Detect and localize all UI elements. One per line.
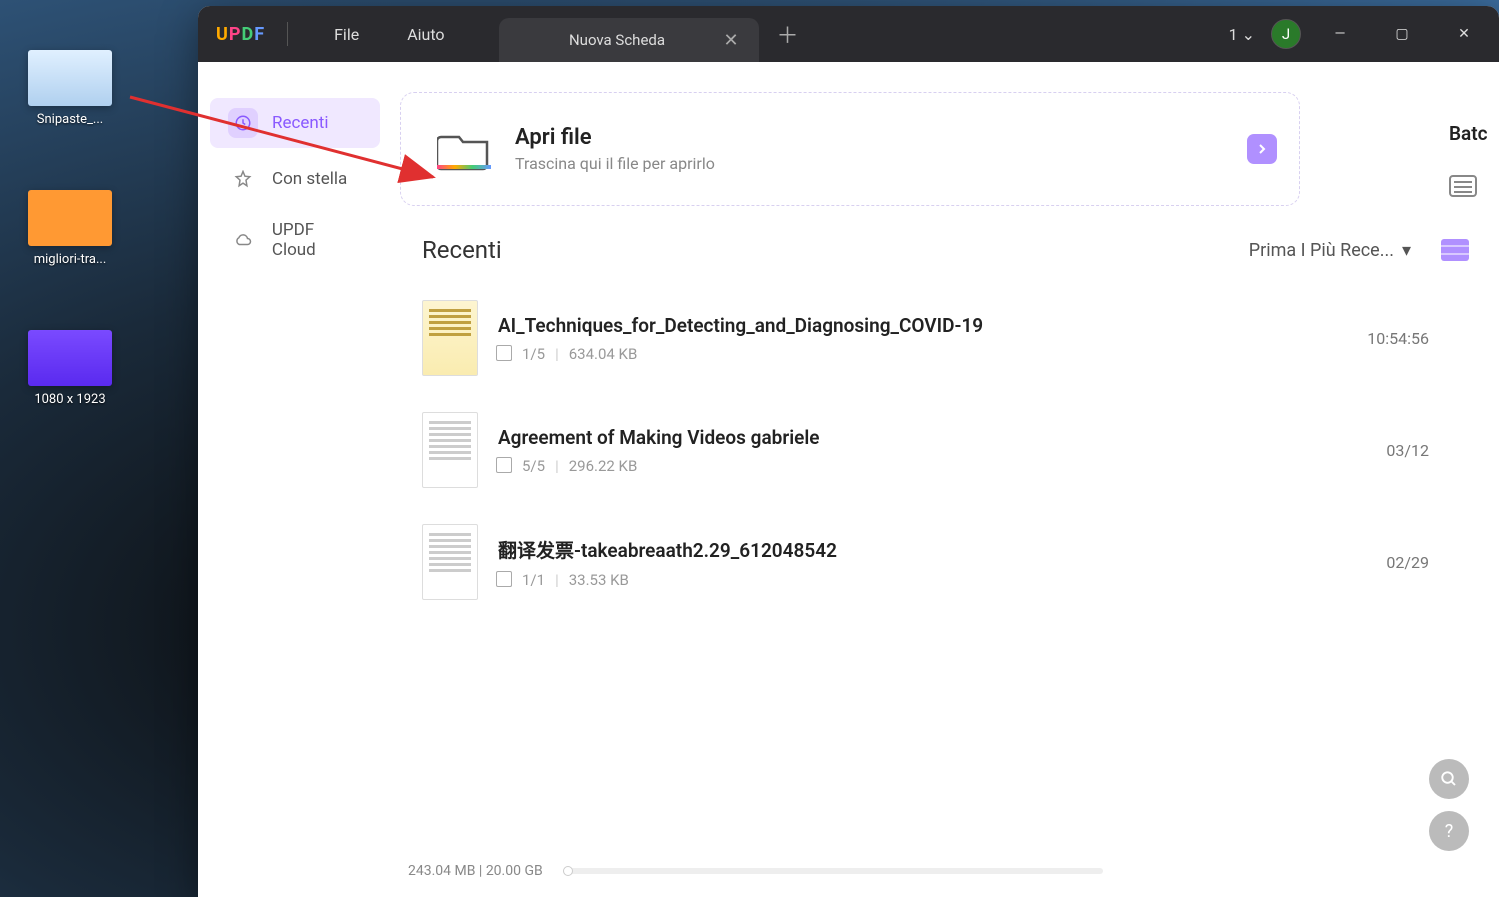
cloud-icon [228, 225, 258, 255]
desktop-icon-label: migliori-tra... [20, 252, 120, 267]
tab-new-sheet[interactable]: Nuova Scheda ✕ [499, 18, 759, 62]
open-file-title: Apri file [515, 125, 715, 150]
desktop-thumb [28, 50, 112, 106]
file-date: 02/29 [1349, 553, 1429, 572]
chevron-right-icon [1256, 143, 1268, 155]
file-size: 296.22 KB [569, 457, 638, 475]
desktop-icon-1080[interactable]: 1080 x 1923 [20, 330, 120, 407]
search-icon [1440, 770, 1458, 788]
new-tab-button[interactable]: ＋ [777, 18, 799, 50]
recent-header: Recenti Prima I Più Rece... ▾ [392, 236, 1499, 264]
tab-title: Nuova Scheda [515, 31, 720, 49]
chevron-down-icon: ⌄ [1242, 25, 1255, 44]
file-thumbnail [422, 524, 478, 600]
sidebar-item-starred[interactable]: Con stella [210, 154, 380, 204]
open-file-subtitle: Trascina qui il file per aprirlo [515, 154, 715, 173]
recent-file-list: AI_Techniques_for_Detecting_and_Diagnosi… [392, 264, 1499, 618]
file-date: 10:54:56 [1349, 329, 1429, 348]
menu-file[interactable]: File [310, 17, 383, 52]
sort-dropdown[interactable]: Prima I Più Rece... ▾ [1249, 240, 1411, 261]
search-button[interactable] [1429, 759, 1469, 799]
batch-title: Batc [1449, 122, 1499, 145]
menu-help[interactable]: Aiuto [383, 17, 468, 52]
sidebar-item-cloud[interactable]: UPDF Cloud [210, 210, 380, 270]
pages-icon [498, 347, 512, 361]
desktop-thumb [28, 190, 112, 246]
storage-handle [563, 866, 573, 876]
open-file-arrow-button[interactable] [1247, 134, 1277, 164]
file-thumbnail [422, 300, 478, 376]
file-name: 翻译发票-takeabreaath2.29_612048542 [498, 536, 1349, 563]
app-window: UPDF File Aiuto Nuova Scheda ✕ ＋ 1 ⌄ J —… [198, 6, 1499, 897]
storage-bar: 243.04 MB | 20.00 GB [408, 863, 1483, 879]
triangle-down-icon: ▾ [1402, 240, 1411, 261]
sidebar: Recenti Con stella UPDF Cloud [198, 62, 392, 897]
batch-icon [1449, 175, 1477, 197]
file-date: 03/12 [1349, 441, 1429, 460]
file-meta: 1/1 | 33.53 KB [498, 571, 1349, 589]
content-area: Recenti Con stella UPDF Cloud [198, 62, 1499, 897]
help-button[interactable]: ? [1429, 811, 1469, 851]
minimize-button[interactable]: — [1317, 18, 1363, 50]
account-count-dropdown[interactable]: 1 ⌄ [1229, 25, 1255, 44]
maximize-button[interactable]: ▢ [1379, 18, 1425, 50]
file-meta: 5/5 | 296.22 KB [498, 457, 1349, 475]
desktop-icon-label: Snipaste_... [20, 112, 120, 127]
main-panel: Apri file Trascina qui il file per aprir… [392, 62, 1499, 897]
file-pages: 5/5 [522, 457, 545, 475]
clock-icon [228, 108, 258, 138]
question-icon: ? [1445, 821, 1454, 842]
open-file-dropzone[interactable]: Apri file Trascina qui il file per aprir… [400, 92, 1300, 206]
file-pages: 1/1 [522, 571, 545, 589]
storage-text: 243.04 MB | 20.00 GB [408, 863, 543, 879]
desktop-icon-migliori[interactable]: migliori-tra... [20, 190, 120, 267]
sidebar-item-recent[interactable]: Recenti [210, 98, 380, 148]
desktop-thumb [28, 330, 112, 386]
avatar[interactable]: J [1271, 19, 1301, 49]
file-size: 634.04 KB [569, 345, 638, 363]
recent-title: Recenti [422, 236, 1249, 264]
file-meta: 1/5 | 634.04 KB [498, 345, 1349, 363]
sidebar-item-label: UPDF Cloud [272, 220, 362, 260]
pages-icon [498, 573, 512, 587]
file-row[interactable]: AI_Techniques_for_Detecting_and_Diagnosi… [422, 282, 1469, 394]
star-icon [228, 164, 258, 194]
sidebar-item-label: Con stella [272, 169, 347, 189]
close-icon[interactable]: ✕ [719, 30, 742, 51]
sidebar-item-label: Recenti [272, 113, 329, 133]
folder-icon [437, 127, 491, 171]
app-logo: UPDF [216, 24, 265, 45]
file-pages: 1/5 [522, 345, 545, 363]
file-row[interactable]: 翻译发票-takeabreaath2.29_612048542 1/1 | 33… [422, 506, 1469, 618]
desktop-icon-snipaste[interactable]: Snipaste_... [20, 50, 120, 127]
close-button[interactable]: ✕ [1441, 18, 1487, 50]
pages-icon [498, 459, 512, 473]
file-name: Agreement of Making Videos gabriele [498, 426, 1349, 449]
titlebar: UPDF File Aiuto Nuova Scheda ✕ ＋ 1 ⌄ J —… [198, 6, 1499, 62]
storage-track[interactable] [563, 868, 1103, 874]
divider [287, 22, 288, 46]
file-size: 33.53 KB [569, 571, 629, 589]
file-row[interactable]: Agreement of Making Videos gabriele 5/5 … [422, 394, 1469, 506]
file-name: AI_Techniques_for_Detecting_and_Diagnosi… [498, 314, 1349, 337]
account-area: 1 ⌄ J — ▢ ✕ [1229, 18, 1487, 50]
batch-card-peek[interactable]: Batc [1449, 122, 1499, 197]
list-view-toggle[interactable] [1441, 239, 1469, 261]
file-thumbnail [422, 412, 478, 488]
desktop-icon-label: 1080 x 1923 [20, 392, 120, 407]
